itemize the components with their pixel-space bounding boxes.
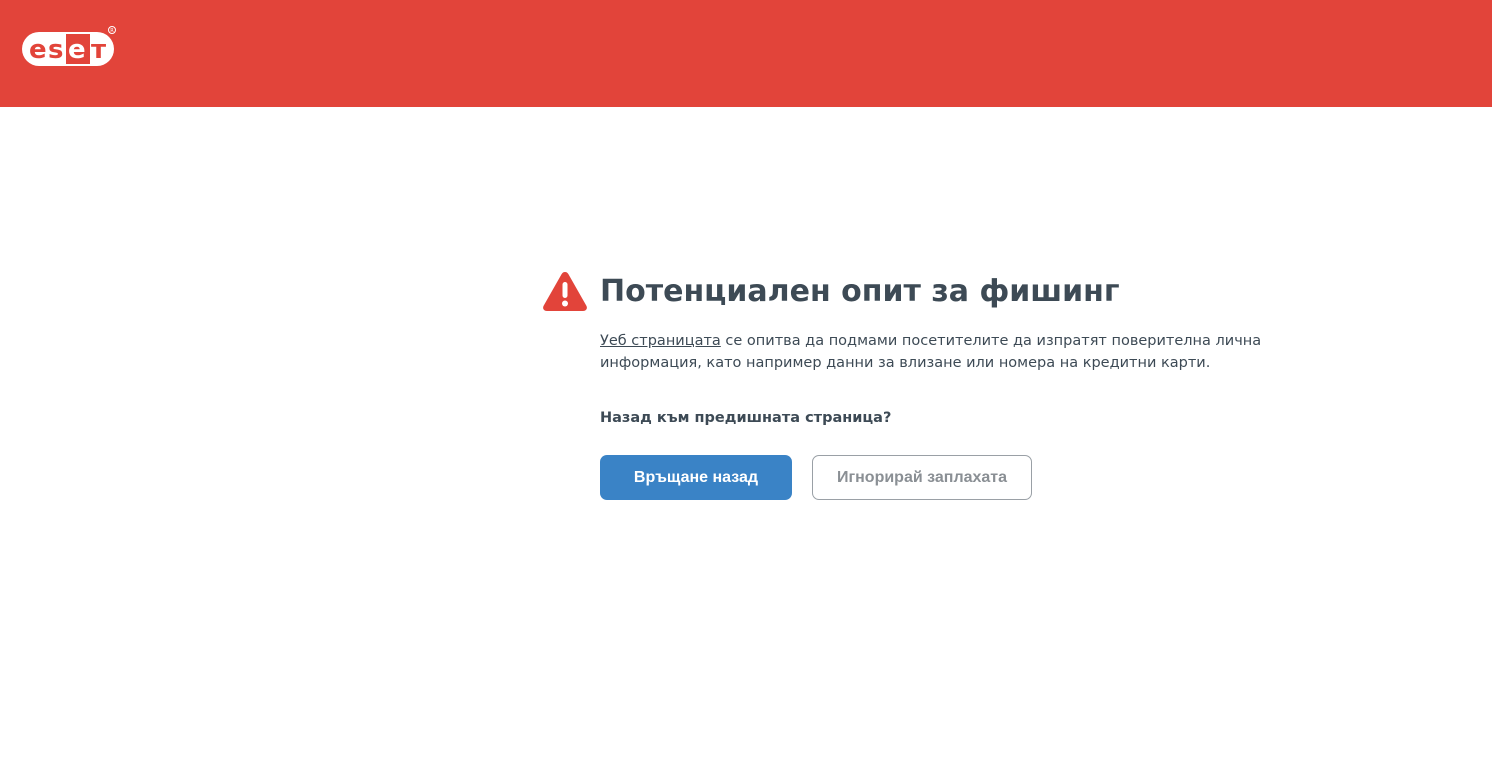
eset-logo: e s e т R [20,24,120,70]
svg-text:s: s [48,35,63,65]
warning-panel: Потенциален опит за фишинг Уеб страницат… [542,268,1342,500]
warning-triangle-icon [542,270,588,312]
page-title: Потенциален опит за фишинг [600,274,1120,309]
svg-text:e: e [68,35,86,65]
warning-description: Уеб страницата се опитва да подмами посе… [600,330,1340,374]
webpage-link[interactable]: Уеб страницата [600,333,721,349]
go-back-button[interactable]: Връщане назад [600,455,792,500]
svg-text:т: т [91,35,106,65]
svg-text:R: R [110,28,114,34]
svg-text:e: e [29,35,47,65]
warning-heading: Потенциален опит за фишинг [542,268,1342,316]
header-bar: e s e т R [0,0,1492,107]
back-question: Назад към предишната страница? [600,410,892,426]
ignore-threat-button[interactable]: Игнорирай заплахата [812,455,1032,500]
